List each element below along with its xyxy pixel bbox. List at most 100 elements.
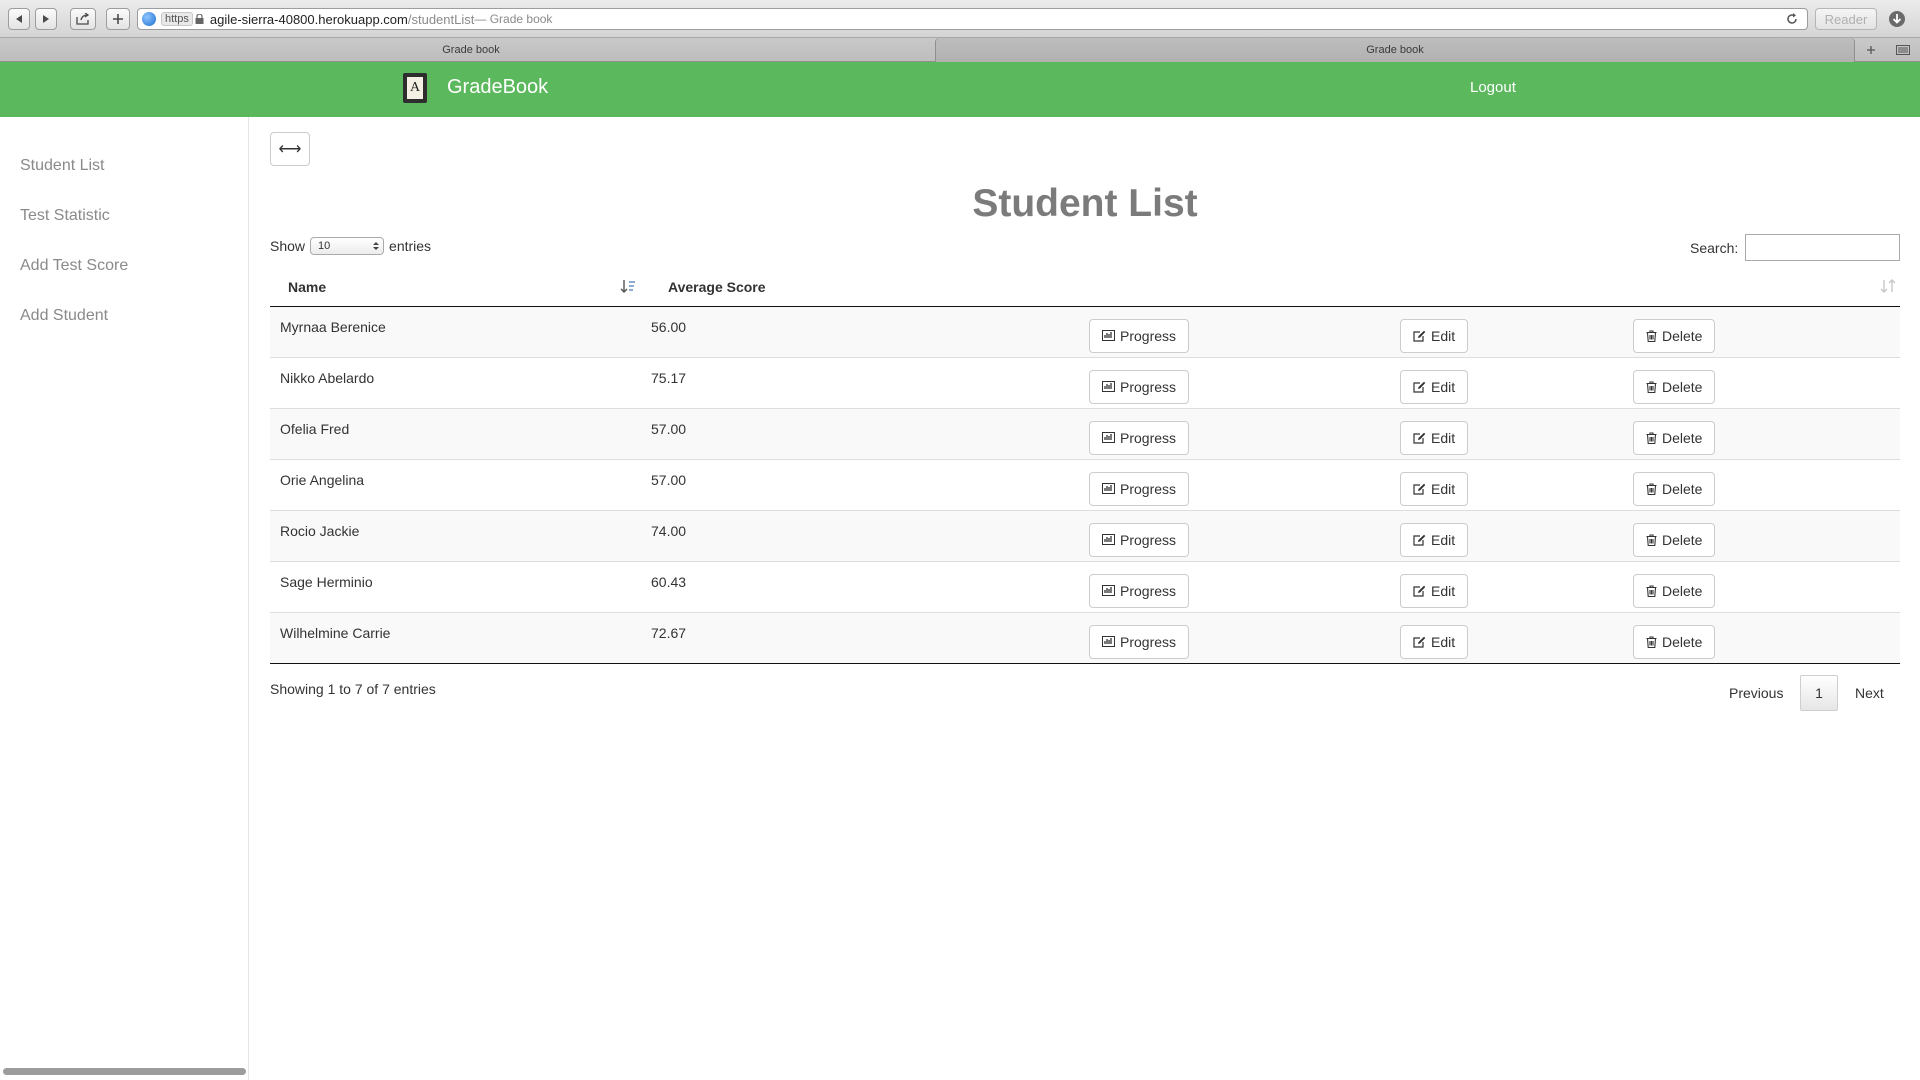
tab-overview-icon xyxy=(1896,45,1910,55)
page-length-select[interactable]: 10 xyxy=(310,237,385,255)
cell-student-name: Sage Herminio xyxy=(270,560,650,612)
table-row: Orie Angelina 57.00 Progress Edit Delete xyxy=(270,458,1900,510)
brand-name[interactable]: GradeBook xyxy=(447,76,548,99)
progress-button[interactable]: Progress xyxy=(1089,471,1190,506)
url-page-title: — Grade book xyxy=(474,12,553,26)
edit-button[interactable]: Edit xyxy=(1400,573,1469,608)
progress-button-label: Progress xyxy=(1120,582,1177,599)
sort-both-icon xyxy=(1880,279,1896,293)
edit-button-label: Edit xyxy=(1431,531,1456,548)
pagination-previous[interactable]: Previous xyxy=(1729,685,1783,701)
trash-icon xyxy=(1646,533,1657,546)
sidebar-item-student-list[interactable]: Student List xyxy=(20,157,105,175)
table-header-row: Name Average Score xyxy=(270,268,1900,307)
app-navbar: A GradeBook Logout xyxy=(0,62,1920,117)
progress-button-label: Progress xyxy=(1120,378,1177,395)
address-bar[interactable]: https agile-sierra-40800.herokuapp.com/s… xyxy=(137,8,1808,30)
trash-icon xyxy=(1646,329,1657,342)
edit-button[interactable]: Edit xyxy=(1400,420,1469,455)
edit-button-label: Edit xyxy=(1431,582,1456,599)
delete-button[interactable]: Delete xyxy=(1633,522,1716,557)
progress-button[interactable]: Progress xyxy=(1089,522,1190,557)
bar-chart-icon xyxy=(1102,534,1115,545)
lock-icon xyxy=(195,14,204,24)
horizontal-arrows-icon: ⟷ xyxy=(278,141,302,158)
progress-button[interactable]: Progress xyxy=(1089,369,1190,404)
trash-icon xyxy=(1646,482,1657,495)
edit-button[interactable]: Edit xyxy=(1400,471,1469,506)
share-button[interactable] xyxy=(70,8,96,30)
edit-button[interactable]: Edit xyxy=(1400,369,1469,404)
logout-link[interactable]: Logout xyxy=(1470,79,1516,96)
column-header-edit xyxy=(1373,268,1625,307)
delete-button-label: Delete xyxy=(1662,582,1703,599)
sidebar-item-test-statistic[interactable]: Test Statistic xyxy=(20,207,110,225)
bar-chart-icon xyxy=(1102,483,1115,494)
back-arrow-icon xyxy=(16,15,22,23)
page-length-value: 10 xyxy=(318,240,331,252)
sidebar-item-add-student[interactable]: Add Student xyxy=(20,307,108,325)
column-header-average-score[interactable]: Average Score xyxy=(650,268,1030,307)
edit-icon xyxy=(1413,636,1426,648)
tab-grade-book-active[interactable]: Grade book xyxy=(0,38,942,62)
delete-button[interactable]: Delete xyxy=(1633,471,1716,506)
tab-grade-book-inactive[interactable]: Grade book xyxy=(935,38,1855,62)
progress-button[interactable]: Progress xyxy=(1089,573,1190,608)
forward-button[interactable] xyxy=(35,8,57,30)
pagination-page-1[interactable]: 1 xyxy=(1800,675,1838,711)
progress-button-label: Progress xyxy=(1120,633,1177,650)
delete-button[interactable]: Delete xyxy=(1633,318,1716,353)
delete-button[interactable]: Delete xyxy=(1633,573,1716,608)
edit-icon xyxy=(1413,432,1426,444)
downloads-button[interactable] xyxy=(1887,8,1912,30)
share-icon xyxy=(76,13,90,25)
add-tab-button[interactable] xyxy=(1858,40,1884,60)
progress-button-label: Progress xyxy=(1120,531,1177,548)
search-input[interactable] xyxy=(1745,234,1900,261)
delete-button[interactable]: Delete xyxy=(1633,420,1716,455)
new-tab-button[interactable] xyxy=(106,8,130,30)
edit-button[interactable]: Edit xyxy=(1400,318,1469,353)
sidebar: Student List Test Statistic Add Test Sco… xyxy=(0,117,249,1080)
edit-button-label: Edit xyxy=(1431,429,1456,446)
pagination-next[interactable]: Next xyxy=(1855,685,1884,701)
column-header-average-score-label: Average Score xyxy=(668,278,766,295)
progress-button-label: Progress xyxy=(1120,480,1177,497)
progress-button[interactable]: Progress xyxy=(1089,624,1190,659)
cell-average-score: 74.00 xyxy=(650,509,1030,561)
globe-icon xyxy=(142,12,156,26)
download-icon xyxy=(1889,11,1905,27)
edit-button-label: Edit xyxy=(1431,378,1456,395)
delete-button[interactable]: Delete xyxy=(1633,624,1716,659)
edit-icon xyxy=(1413,381,1426,393)
edit-button[interactable]: Edit xyxy=(1400,522,1469,557)
edit-button-label: Edit xyxy=(1431,327,1456,344)
delete-button-label: Delete xyxy=(1662,327,1703,344)
edit-icon xyxy=(1413,330,1426,342)
logo-glyph: A xyxy=(407,77,423,99)
edit-button[interactable]: Edit xyxy=(1400,624,1469,659)
cell-student-name: Rocio Jackie xyxy=(270,509,650,561)
progress-button[interactable]: Progress xyxy=(1089,420,1190,455)
delete-button-label: Delete xyxy=(1662,531,1703,548)
tab-overview-button[interactable] xyxy=(1890,40,1916,60)
progress-button[interactable]: Progress xyxy=(1089,318,1190,353)
column-header-progress xyxy=(1030,268,1373,307)
edit-button-label: Edit xyxy=(1431,633,1456,650)
sidebar-toggle-button[interactable]: ⟷ xyxy=(270,132,310,166)
reader-button[interactable]: Reader xyxy=(1815,8,1877,30)
back-button[interactable] xyxy=(8,8,30,30)
reload-icon[interactable] xyxy=(1785,12,1799,26)
gradebook-logo[interactable]: A xyxy=(403,73,427,103)
delete-button[interactable]: Delete xyxy=(1633,369,1716,404)
sidebar-item-add-test-score[interactable]: Add Test Score xyxy=(20,257,128,275)
cell-student-name: Wilhelmine Carrie xyxy=(270,611,650,664)
sidebar-scrollbar[interactable] xyxy=(3,1068,246,1075)
column-header-name[interactable]: Name xyxy=(270,268,650,307)
column-header-delete[interactable] xyxy=(1625,268,1900,307)
select-arrows-icon xyxy=(373,242,380,250)
table-row: Myrnaa Berenice 56.00 Progress Edit Dele… xyxy=(270,305,1900,357)
cell-student-name: Ofelia Fred xyxy=(270,407,650,459)
forward-arrow-icon xyxy=(43,15,49,23)
page-title: Student List xyxy=(972,182,1198,225)
